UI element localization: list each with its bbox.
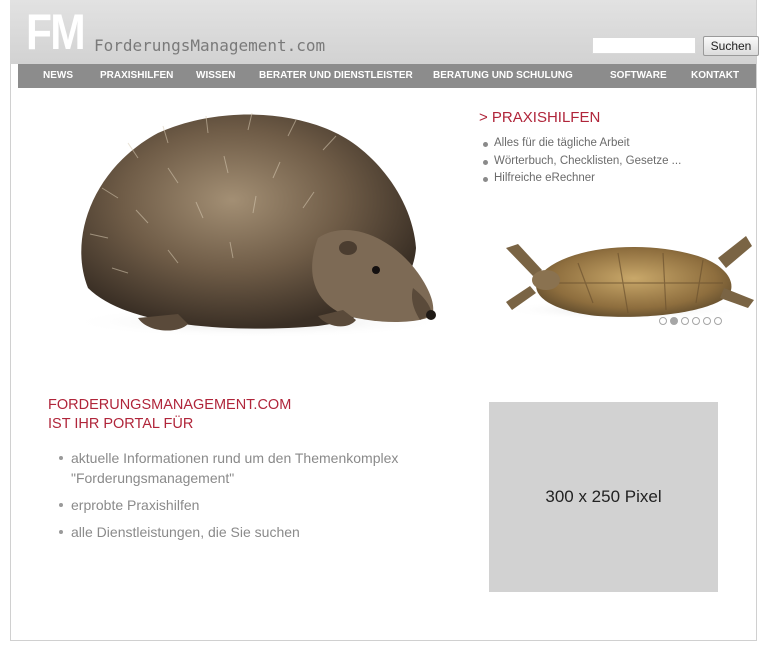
hero-bullet-item[interactable]: Wörterbuch, Checklisten, Gesetze ... bbox=[481, 153, 681, 171]
hero-bullet-item[interactable]: Alles für die tägliche Arbeit bbox=[481, 135, 681, 153]
site-logo-domain[interactable]: ForderungsManagement.com bbox=[94, 36, 325, 55]
hero-bullet-item[interactable]: Hilfreiche eRechner bbox=[481, 170, 681, 188]
portal-bullet-item: aktuelle Informationen rund um den Theme… bbox=[58, 448, 438, 488]
nav-item-kontakt[interactable]: KONTAKT bbox=[691, 64, 739, 88]
nav-item-software[interactable]: SOFTWARE bbox=[610, 64, 667, 88]
hero-slider[interactable]: > PRAXISHILFEN Alles für die tägliche Ar… bbox=[18, 88, 756, 350]
slider-pagination bbox=[659, 317, 722, 325]
site-header: FM ForderungsManagement.com bbox=[10, 0, 756, 64]
ad-placeholder-label: 300 x 250 Pixel bbox=[545, 487, 662, 506]
nav-item-wissen[interactable]: WISSEN bbox=[196, 64, 235, 88]
portal-bullet-list: aktuelle Informationen rund um den Theme… bbox=[58, 448, 438, 549]
nav-item-praxishilfen[interactable]: PRAXISHILFEN bbox=[100, 64, 173, 88]
portal-bullet-item: alle Dienstleistungen, die Sie suchen bbox=[58, 522, 438, 542]
portal-heading: FORDERUNGSMANAGEMENT.COM IST IHR PORTAL … bbox=[48, 396, 291, 434]
slider-dot-icon[interactable] bbox=[714, 317, 722, 325]
nav-item-news[interactable]: NEWS bbox=[43, 64, 73, 88]
nav-item-berater-und-dienstleister[interactable]: BERATER UND DIENSTLEISTER bbox=[259, 64, 413, 88]
search-input[interactable] bbox=[592, 37, 696, 54]
portal-heading-line: IST IHR PORTAL FÜR bbox=[48, 416, 194, 432]
slider-dot-icon[interactable] bbox=[659, 317, 667, 325]
site-logo-mark[interactable]: FM bbox=[26, 4, 86, 60]
hero-title[interactable]: > PRAXISHILFEN bbox=[479, 109, 600, 126]
slider-dot-icon[interactable] bbox=[681, 317, 689, 325]
portal-bullet-item: erprobte Praxishilfen bbox=[58, 495, 438, 515]
ad-placeholder[interactable]: 300 x 250 Pixel bbox=[489, 402, 718, 592]
nav-item-beratung-und-schulung[interactable]: BERATUNG UND SCHULUNG bbox=[433, 64, 573, 88]
slider-dot-icon[interactable] bbox=[692, 317, 700, 325]
slider-dot-icon[interactable] bbox=[703, 317, 711, 325]
hero-bullet-list: Alles für die tägliche Arbeit Wörterbuch… bbox=[481, 135, 681, 188]
hero-image bbox=[68, 112, 754, 338]
main-navigation: NEWS PRAXISHILFEN WISSEN BERATER UND DIE… bbox=[18, 64, 756, 88]
portal-heading-line: FORDERUNGSMANAGEMENT.COM bbox=[48, 397, 292, 413]
search-button[interactable]: Suchen bbox=[703, 36, 759, 56]
slider-dot-icon[interactable] bbox=[670, 317, 678, 325]
